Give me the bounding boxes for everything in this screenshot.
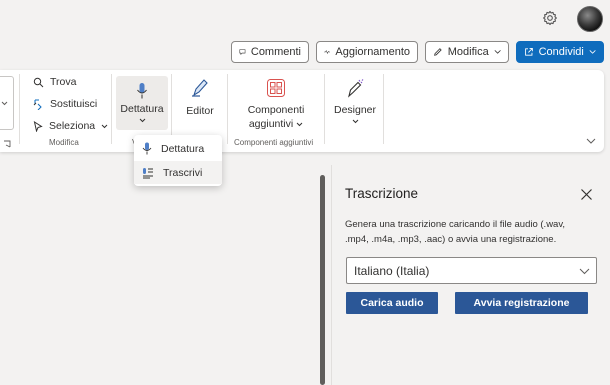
replace-icon (33, 99, 42, 110)
avatar[interactable] (577, 6, 603, 32)
add-ins-button[interactable]: Componenti aggiuntivi (236, 78, 316, 131)
comments-button[interactable]: Commenti (231, 41, 309, 63)
share-button[interactable]: Condividi (516, 41, 604, 63)
document-scrollbar[interactable] (320, 175, 325, 385)
chevron-down-icon (352, 119, 358, 124)
comments-label: Commenti (250, 46, 301, 58)
select-button[interactable]: Seleziona (33, 120, 108, 132)
chevron-down-icon (494, 50, 501, 54)
chevron-down-icon (589, 50, 596, 54)
pencil-icon (434, 48, 442, 56)
pane-title: Trascrizione (345, 186, 419, 201)
comment-icon (239, 49, 246, 56)
microphone-icon (137, 83, 147, 99)
share-label: Condividi (538, 46, 584, 58)
language-select-value: Italiano (Italia) (354, 263, 430, 278)
upload-audio-button[interactable]: Carica audio (346, 292, 438, 314)
chevron-down-icon (139, 118, 145, 123)
designer-label: Designer (333, 104, 377, 116)
cursor-icon (33, 120, 43, 132)
catch-up-label: Aggiornamento (335, 46, 410, 58)
dialog-launcher-icon[interactable] (3, 140, 11, 148)
add-ins-grid-icon (267, 79, 285, 97)
chevron-down-icon[interactable] (1, 101, 8, 106)
editor-pen-icon (192, 79, 208, 97)
pulse-icon (324, 50, 331, 54)
editing-mode-button[interactable]: Modifica (425, 41, 509, 63)
dictate-label: Dettatura (120, 103, 164, 115)
menu-item-dettatura-label: Dettatura (161, 142, 205, 155)
gear-icon[interactable] (542, 10, 558, 26)
select-label: Seleziona (49, 120, 96, 132)
replace-label: Sostituisci (50, 98, 98, 110)
chevron-down-icon (101, 124, 108, 128)
ribbon: Trova Sostituisci Seleziona Modifica Det… (0, 70, 604, 152)
menu-item-dettatura[interactable]: Dettatura (134, 137, 222, 160)
find-label: Trova (50, 76, 77, 88)
menu-item-trascrivi[interactable]: Trascrivi (134, 161, 222, 184)
editor-label: Editor (186, 105, 214, 117)
chevron-down-icon (296, 122, 303, 127)
share-icon (525, 47, 533, 56)
add-ins-label-line2: aggiuntivi (248, 118, 294, 130)
catch-up-button[interactable]: Aggiornamento (316, 41, 418, 63)
modifica-group-label: Modifica (49, 138, 79, 147)
chevron-down-icon (579, 268, 590, 275)
find-button[interactable]: Trova (33, 76, 76, 88)
close-icon[interactable] (580, 188, 593, 201)
add-ins-group-label: Componenti aggiuntivi (234, 138, 314, 147)
transcribe-icon (143, 167, 153, 178)
language-select[interactable]: Italiano (Italia) (346, 257, 597, 284)
replace-button[interactable]: Sostituisci (33, 98, 97, 110)
expand-ribbon-chevron-icon[interactable] (586, 138, 596, 144)
pane-description: Genera una trascrizione caricando il fil… (345, 219, 566, 245)
designer-button[interactable]: Designer (333, 78, 377, 124)
editing-mode-label: Modifica (447, 46, 489, 58)
menu-item-trascrivi-label: Trascrivi (163, 166, 203, 179)
microphone-icon (142, 142, 152, 155)
editor-button[interactable]: Editor (180, 78, 220, 118)
add-ins-label-line1: Componenti (247, 104, 305, 116)
dictate-dropdown-menu: Dettatura Trascrivi (134, 135, 222, 186)
dictate-button[interactable]: Dettatura (116, 76, 168, 130)
start-recording-button[interactable]: Avvia registrazione (455, 292, 588, 314)
search-icon (33, 77, 44, 87)
designer-pen-icon (348, 79, 364, 98)
